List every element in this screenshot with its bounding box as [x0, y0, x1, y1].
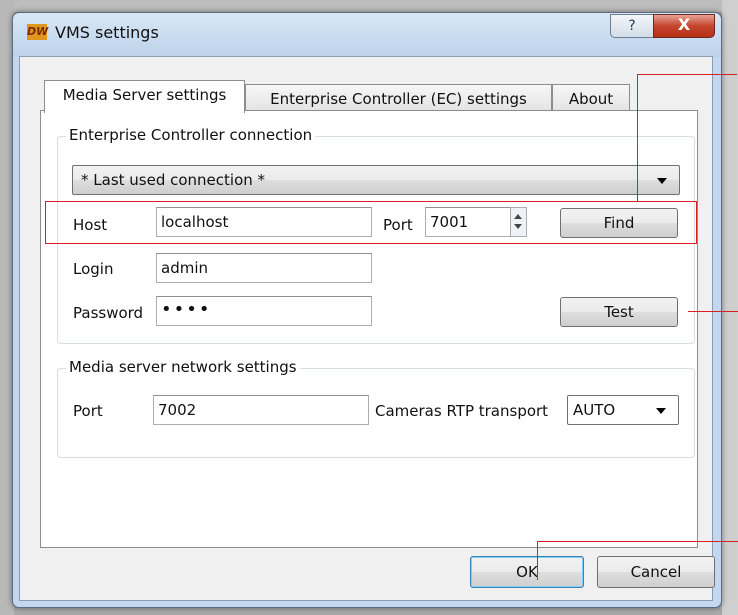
annotation-line: [637, 74, 737, 75]
connection-select[interactable]: * Last used connection *: [72, 165, 680, 195]
page-backdrop-right: [722, 0, 738, 615]
cancel-button[interactable]: Cancel: [597, 556, 715, 588]
tab-media-server-settings[interactable]: Media Server settings: [44, 80, 245, 113]
close-icon: X: [677, 15, 691, 34]
network-settings-group-title: Media server network settings: [66, 358, 300, 376]
ok-button[interactable]: OK: [470, 556, 584, 588]
chevron-down-icon: [657, 178, 667, 184]
test-button[interactable]: Test: [560, 297, 678, 327]
rtp-transport-value: AUTO: [573, 401, 616, 419]
annotation-line: [688, 311, 738, 312]
annotation-highlight-box: [45, 201, 697, 244]
login-label: Login: [73, 260, 114, 278]
window-title: VMS settings: [55, 23, 159, 42]
chevron-down-icon: [656, 408, 666, 414]
connection-select-value: * Last used connection *: [81, 171, 266, 189]
help-icon: ?: [628, 18, 636, 34]
annotation-line: [537, 541, 738, 542]
page-backdrop-top: [0, 0, 738, 12]
password-label: Password: [73, 304, 144, 322]
ec-connection-group-title: Enterprise Controller connection: [66, 126, 316, 144]
media-port-input[interactable]: 7002: [153, 395, 369, 425]
login-input[interactable]: admin: [156, 253, 372, 283]
media-port-label: Port: [73, 402, 103, 420]
password-input[interactable]: ••••: [156, 296, 372, 326]
dw-logo-icon: DW: [27, 24, 49, 40]
annotation-line: [637, 74, 638, 202]
help-button[interactable]: ?: [610, 14, 654, 38]
title-bar: DW VMS settings ? X: [13, 13, 721, 57]
rtp-transport-label: Cameras RTP transport: [375, 402, 549, 420]
rtp-transport-select[interactable]: AUTO: [567, 395, 679, 425]
annotation-line: [537, 541, 538, 580]
close-button[interactable]: X: [653, 14, 715, 38]
